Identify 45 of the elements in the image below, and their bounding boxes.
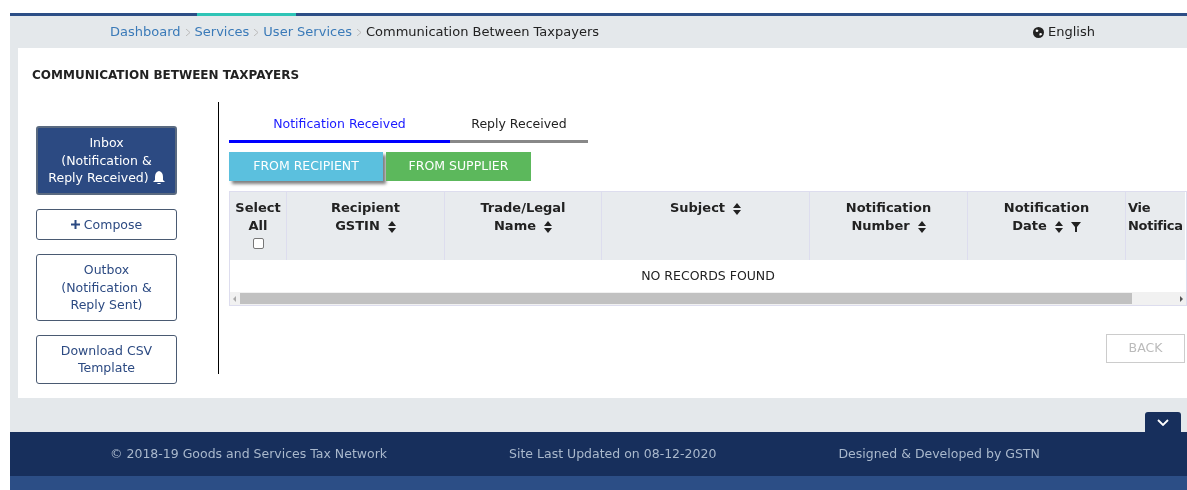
footer-text: Designed & Developed by GSTN [838,444,1040,463]
column-header: Name [494,218,536,233]
column-header: All [248,218,268,233]
breadcrumb[interactable]: User Services [263,22,352,42]
column-header: Select [235,200,281,215]
column-header: Vie [1128,200,1151,215]
column-header: Trade/Legal [480,200,566,215]
chevron-icon [185,28,190,36]
column-header: Date [1012,218,1047,233]
side-nav-button[interactable]: Download CSV Template [36,334,177,384]
sort-icon[interactable] [387,220,396,233]
chevron-icon [356,28,361,36]
column-header: Notification [1003,200,1090,215]
empty-message: NO RECORDS FOUND [641,266,775,285]
sort-icon[interactable] [1054,220,1063,233]
column-header: Notification [845,200,932,215]
tab[interactable]: Reply Received [450,108,588,143]
page-title: COMMUNICATION BETWEEN TAXPAYERS [32,67,300,84]
bell-icon [152,171,165,185]
footer-text: © 2018-19 Goods and Services Tax Network [110,444,388,463]
globe-icon [1033,26,1045,38]
chevron-down-icon [1157,418,1169,426]
filter-icon[interactable] [1070,221,1081,232]
footer-text: Site Last Updated on 08-12-2020 [509,444,717,463]
select-all-checkbox[interactable] [252,238,264,249]
column-header: GSTIN [335,218,380,233]
breadcrumb[interactable]: Services [194,22,250,42]
side-nav-button[interactable]: Compose [36,208,177,240]
plus-icon [70,219,80,229]
column-header: Recipient [330,200,400,215]
sort-icon[interactable] [917,220,926,233]
side-nav-button[interactable]: Inbox (Notification & Reply Received) [36,126,177,195]
sort-icon[interactable] [733,202,742,215]
column-header: Number [851,218,910,233]
chevron-icon [254,28,259,36]
horizontal-scrollbar[interactable] [230,292,1186,305]
collapse-button[interactable] [1145,412,1181,432]
column-header: Notifica [1128,218,1183,233]
breadcrumb: Communication Between Taxpayers [365,23,600,42]
breadcrumb[interactable]: Dashboard [110,22,181,42]
side-nav-button[interactable]: Outbox (Notification & Reply Sent) [36,254,177,321]
language-selector[interactable]: English [1048,22,1095,42]
column-header: Subject [669,200,726,215]
sort-icon[interactable] [544,220,552,233]
tab[interactable]: Notification Received [229,108,450,143]
